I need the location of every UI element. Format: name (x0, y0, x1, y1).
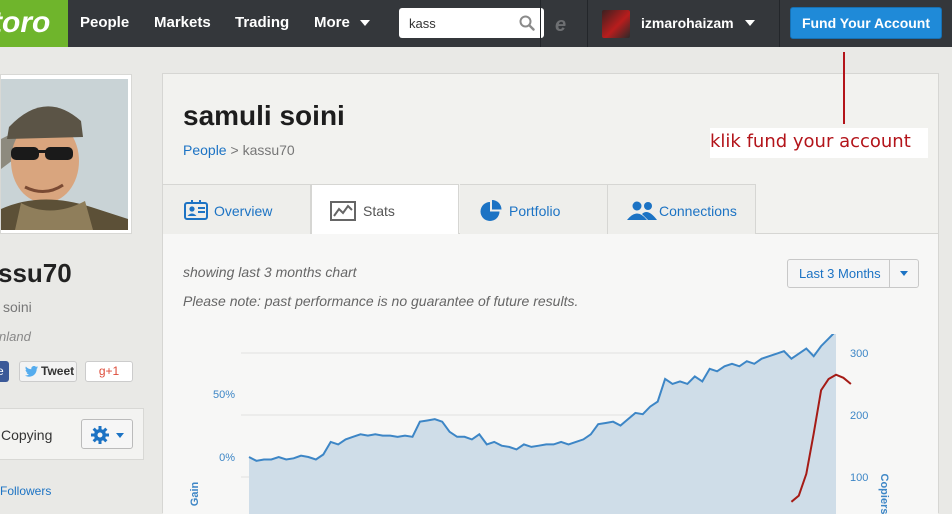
tab-portfolio[interactable]: Portfolio (460, 184, 608, 234)
nav-trading[interactable]: Trading (235, 0, 289, 47)
facebook-share-button[interactable]: e (0, 361, 9, 382)
copying-panel: Copying (0, 408, 144, 460)
user-menu-name[interactable]: izmarohaizam (641, 0, 734, 47)
tab-overview-label: Overview (214, 203, 273, 219)
search-box (399, 8, 544, 38)
disclaimer-note: Please note: past performance is no guar… (183, 293, 579, 309)
tab-connections[interactable]: Connections (608, 184, 756, 234)
profile-header: samuli soini People > kassu70 klik fund … (163, 74, 938, 184)
breadcrumb-current: kassu70 (242, 142, 295, 158)
gain-tick-label: 50% (213, 389, 235, 401)
annotation-arrow-line (843, 52, 845, 124)
top-navigation-bar: toro People Markets Trading More e izmar… (0, 0, 952, 47)
profile-fullname: soini (3, 299, 32, 315)
copiers-tick-label: 100 (850, 472, 868, 484)
tab-portfolio-label: Portfolio (509, 203, 561, 219)
breadcrumb-people-link[interactable]: People (183, 142, 227, 158)
period-dropdown[interactable]: Last 3 Months (787, 259, 919, 288)
profile-username: ssu70 (0, 258, 72, 288)
chevron-down-icon (359, 20, 370, 27)
period-dropdown-label: Last 3 Months (799, 266, 881, 281)
gain-tick-label: 0% (219, 452, 235, 464)
profile-tabs: Overview Stats Portfolio Connections (163, 184, 938, 235)
gain-copiers-chart: 50% 0% 300 200 100 Gain Copiers (189, 334, 890, 514)
tab-stats-label: Stats (363, 203, 395, 219)
profile-country: nland (0, 329, 31, 344)
followers-link[interactable]: Followers (0, 484, 51, 498)
copiers-axis-label: Copiers (878, 474, 890, 514)
copiers-tick-label: 200 (850, 410, 868, 422)
gain-axis-label: Gain (189, 481, 201, 506)
overview-icon (184, 200, 208, 220)
copiers-tick-label: 300 (850, 348, 868, 360)
copying-label: Copying (1, 427, 53, 443)
stats-icon (330, 201, 356, 221)
google-plus-label: g+1 (98, 364, 120, 378)
chart-period-note: showing last 3 months chart (183, 264, 357, 280)
copy-settings-button[interactable] (81, 419, 133, 449)
tweet-label: Tweet (41, 364, 75, 378)
nav-divider (540, 0, 541, 47)
etoro-logo[interactable]: toro (0, 0, 68, 47)
search-input[interactable] (399, 8, 509, 38)
twitter-bird-icon (25, 366, 38, 377)
fund-your-account-button[interactable]: Fund Your Account (790, 7, 942, 39)
nav-markets[interactable]: Markets (154, 0, 211, 47)
tab-overview[interactable]: Overview (163, 184, 311, 234)
tab-connections-label: Connections (659, 203, 737, 219)
breadcrumb-separator: > (226, 142, 243, 158)
nav-divider (587, 0, 588, 47)
main-panel: samuli soini People > kassu70 klik fund … (162, 73, 939, 514)
page-title: samuli soini (183, 100, 345, 131)
nav-divider (779, 0, 780, 47)
facebook-share-label: e (0, 364, 4, 378)
breadcrumb: People > kassu70 (183, 142, 295, 158)
profile-photo-frame (0, 74, 132, 234)
annotation-text: klik fund your account (710, 131, 911, 152)
nav-people[interactable]: People (80, 0, 129, 47)
connections-icon (627, 201, 657, 220)
stats-content: showing last 3 months chart Please note:… (163, 234, 938, 514)
etoro-e-icon[interactable]: e (552, 12, 576, 36)
tweet-button[interactable]: Tweet (19, 361, 77, 382)
google-plus-button[interactable]: g+1 (85, 361, 133, 382)
profile-photo (1, 79, 128, 230)
search-icon[interactable] (519, 15, 535, 31)
followers-label: Followers (0, 484, 52, 498)
annotation-box: klik fund your account (710, 128, 928, 158)
dropdown-divider (889, 260, 890, 287)
tab-stats[interactable]: Stats (311, 184, 459, 235)
chevron-down-icon[interactable] (745, 20, 755, 26)
chevron-down-icon (116, 433, 124, 438)
pie-chart-icon (480, 200, 502, 221)
chevron-down-icon (900, 271, 908, 276)
nav-more-label: More (314, 14, 350, 31)
nav-more[interactable]: More (314, 0, 370, 47)
avatar[interactable] (602, 10, 630, 38)
svg-text:e: e (555, 14, 566, 36)
gear-icon (91, 426, 109, 444)
